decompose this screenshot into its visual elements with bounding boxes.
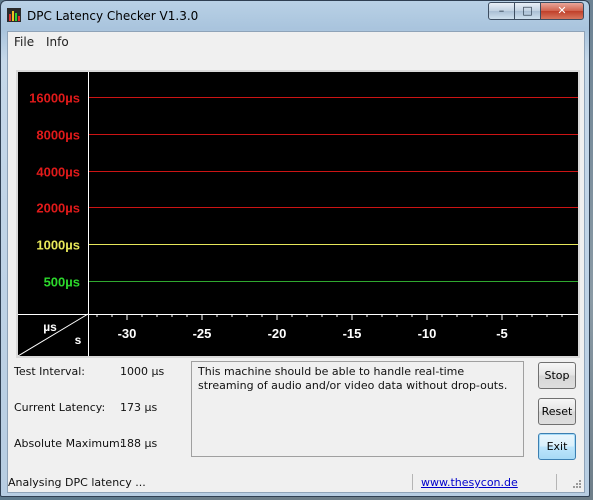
y-axis-label: 1000µs xyxy=(36,238,80,253)
close-button[interactable]: ✕ xyxy=(540,2,584,20)
website-link[interactable]: www.thesycon.de xyxy=(421,476,518,489)
y-axis-label: 4000µs xyxy=(36,165,80,180)
status-separator xyxy=(412,474,413,490)
x-tick-label: -5 xyxy=(496,326,508,341)
latency-graph: 16000µs 8000µs 4000µs 2000µs 1000µs 500µs µs s… xyxy=(16,70,580,358)
resize-grip-icon[interactable] xyxy=(571,478,581,488)
x-unit-label: s xyxy=(75,333,82,347)
absolute-maximum-value: 188 µs xyxy=(120,437,158,450)
y-axis-label: 16000µs xyxy=(29,91,80,106)
y-axis-label: 8000µs xyxy=(36,128,80,143)
exit-button[interactable]: Exit xyxy=(538,433,576,460)
maximize-icon: □ xyxy=(522,4,533,17)
reset-button[interactable]: Reset xyxy=(538,398,576,425)
status-message-box: This machine should be able to handle re… xyxy=(191,361,524,457)
current-latency-value: 173 µs xyxy=(120,401,158,414)
x-tick-label: -30 xyxy=(118,326,137,341)
client-area: File Info 16000µs 8000µs 4000µs 2000µs 1000µ… xyxy=(7,31,585,493)
window-title: DPC Latency Checker V1.3.0 xyxy=(27,9,199,23)
maximize-button[interactable]: □ xyxy=(514,2,541,20)
x-tick-label: -10 xyxy=(418,326,437,341)
status-bar: Analysing DPC latency ... www.thesycon.d… xyxy=(8,472,584,492)
absolute-maximum-label: Absolute Maximum: xyxy=(14,437,124,450)
x-tick-label: -25 xyxy=(193,326,212,341)
title-bar[interactable]: DPC Latency Checker V1.3.0 – □ ✕ xyxy=(1,1,589,29)
latency-chart: 16000µs 8000µs 4000µs 2000µs 1000µs 500µs µs s… xyxy=(18,72,578,356)
minimize-button[interactable]: – xyxy=(488,2,515,20)
menu-file[interactable]: File xyxy=(14,35,34,49)
app-icon xyxy=(7,8,21,22)
close-icon: ✕ xyxy=(557,4,567,17)
test-interval-label: Test Interval: xyxy=(14,365,85,378)
menu-bar: File Info xyxy=(8,32,584,52)
test-interval-value: 1000 µs xyxy=(120,365,165,378)
x-tick-label: -15 xyxy=(343,326,362,341)
y-unit-label: µs xyxy=(43,320,57,334)
current-latency-label: Current Latency: xyxy=(14,401,106,414)
status-text: Analysing DPC latency ... xyxy=(8,476,146,489)
y-axis-label: 2000µs xyxy=(36,201,80,216)
app-window: DPC Latency Checker V1.3.0 – □ ✕ File In… xyxy=(0,0,590,497)
menu-info[interactable]: Info xyxy=(46,35,69,49)
stop-button[interactable]: Stop xyxy=(538,362,576,389)
y-axis-label: 500µs xyxy=(44,275,80,290)
x-tick-label: -20 xyxy=(268,326,287,341)
minimize-icon: – xyxy=(498,4,505,17)
status-separator xyxy=(556,474,557,490)
